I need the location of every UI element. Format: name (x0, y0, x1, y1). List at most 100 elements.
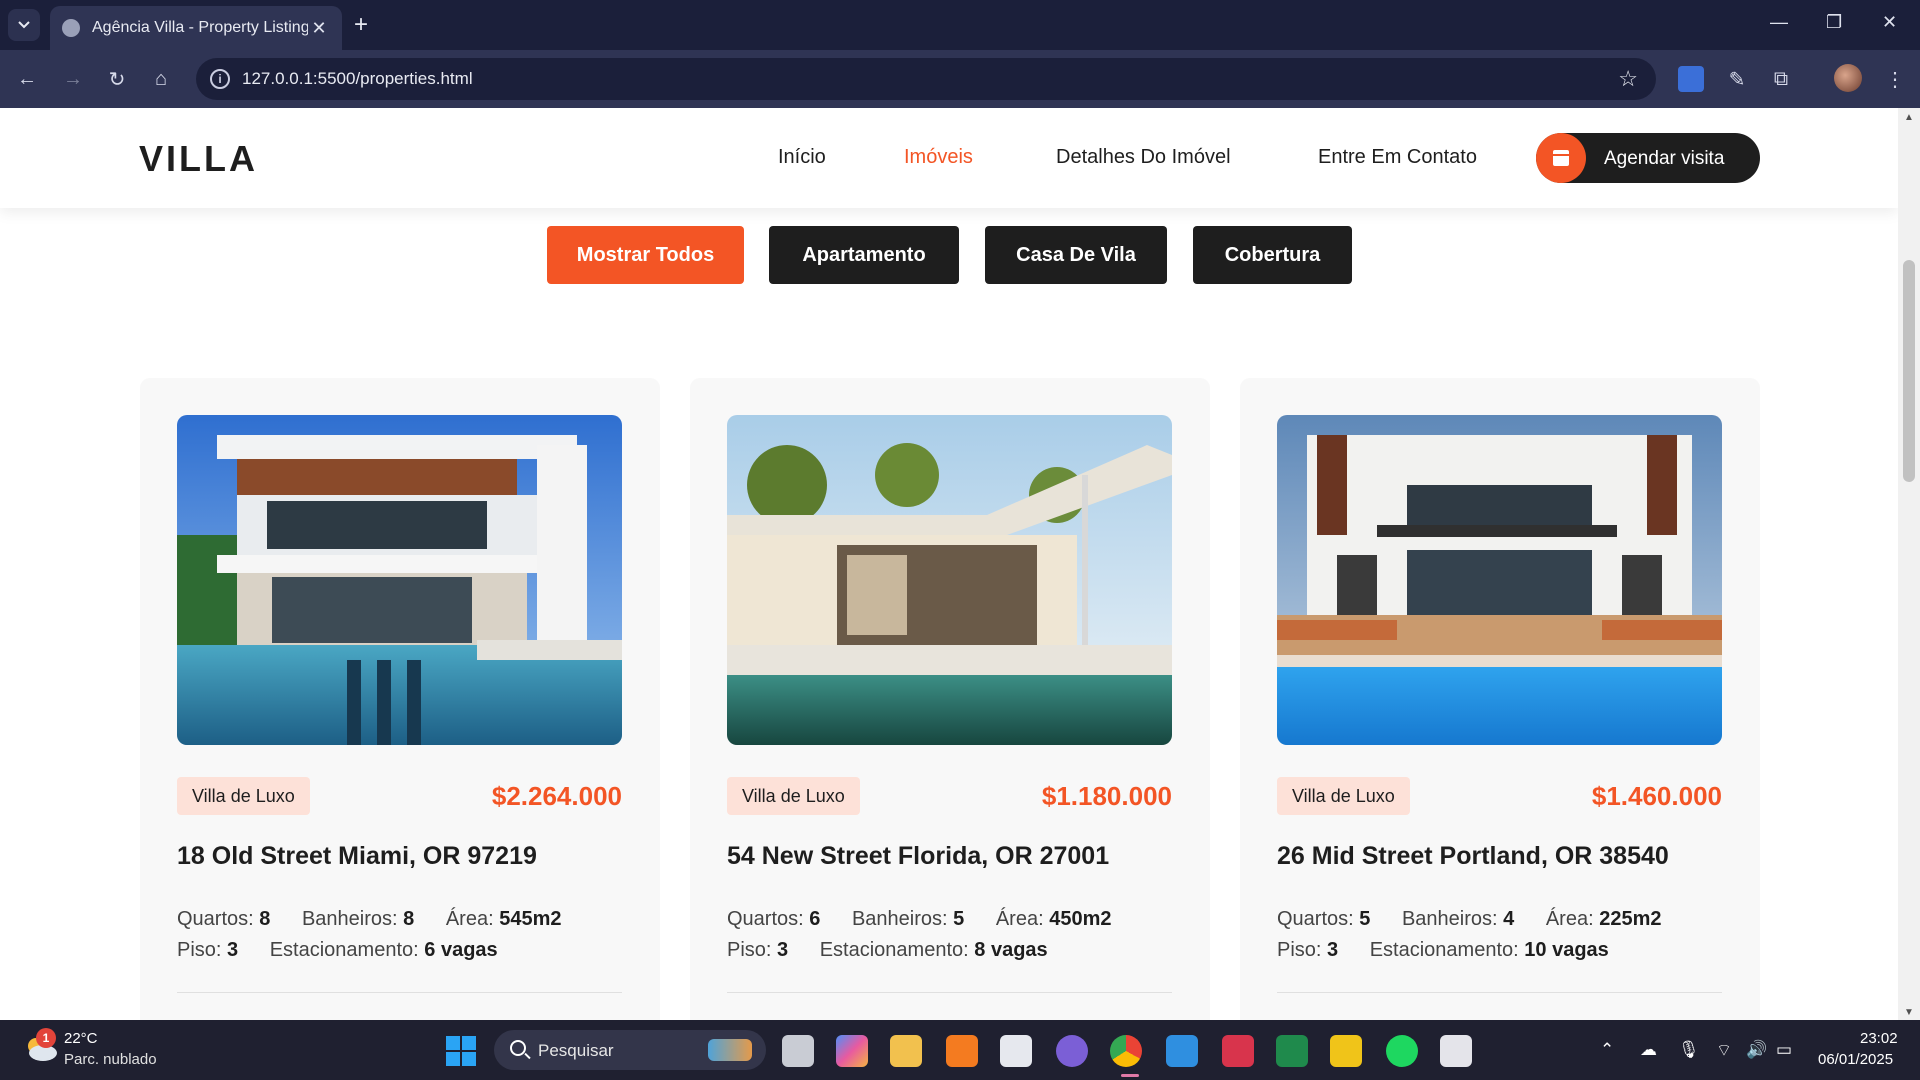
weather-notification-badge: 1 (36, 1028, 56, 1048)
browser-tab-active[interactable]: Agência Villa - Property Listing ✕ (50, 6, 342, 50)
bedrooms-label: Quartos: (177, 908, 254, 930)
tab-close-icon[interactable]: ✕ (308, 18, 330, 39)
parking-label: Estacionamento: (269, 939, 419, 961)
github-desktop-icon[interactable] (1056, 1035, 1088, 1067)
weather-description[interactable]: Parc. nublado (64, 1051, 157, 1068)
scroll-up-arrow-icon[interactable]: ▲ (1904, 112, 1914, 123)
property-photo[interactable] (1277, 415, 1722, 745)
parking-label: Estacionamento: (1369, 939, 1519, 961)
translate-extension-icon[interactable] (1678, 66, 1704, 92)
nav-imoveis[interactable]: Imóveis (904, 146, 973, 169)
reload-icon[interactable]: ↻ (102, 64, 132, 94)
bathrooms-label: Banheiros: (301, 908, 398, 930)
filter-penthouse[interactable]: Cobertura (1193, 226, 1352, 284)
property-photo[interactable] (727, 415, 1172, 745)
excel-icon[interactable] (1276, 1035, 1308, 1067)
property-address[interactable]: 18 Old Street Miami, OR 97219 (177, 842, 537, 871)
bedrooms-label: Quartos: (1277, 908, 1354, 930)
property-category-badge: Villa de Luxo (1277, 777, 1410, 815)
address-bar[interactable]: i 127.0.0.1:5500/properties.html ☆ (196, 58, 1656, 100)
tab-search-chevron-icon[interactable] (8, 9, 40, 41)
bathrooms-value: 5 (953, 908, 965, 930)
search-icon (510, 1040, 526, 1056)
chrome-icon[interactable] (1110, 1035, 1142, 1067)
bedrooms-label: Quartos: (727, 908, 804, 930)
property-specs: Quartos: 8 Banheiros: 8 Área: 545m2 Piso… (177, 904, 561, 966)
profile-avatar[interactable] (1834, 64, 1862, 92)
spotify-icon[interactable] (1386, 1035, 1418, 1067)
floor-label: Piso: (177, 939, 222, 961)
taskbar-search[interactable]: Pesquisar (494, 1030, 766, 1070)
microsoft-store-icon[interactable] (1000, 1035, 1032, 1067)
page-scrollbar[interactable]: ▲ ▼ (1898, 108, 1920, 1020)
site-header: VILLA Início Imóveis Detalhes Do Imóvel … (0, 108, 1898, 208)
property-photo[interactable] (177, 415, 622, 745)
eyedropper-icon[interactable]: ✎ (1722, 64, 1752, 94)
property-card: Villa de Luxo $1.460.000 26 Mid Street P… (1240, 378, 1760, 1020)
task-view-icon[interactable] (782, 1035, 814, 1067)
chrome-active-indicator (1121, 1074, 1139, 1077)
close-window-icon[interactable]: ✕ (1882, 12, 1897, 33)
browser-menu-icon[interactable]: ⋮ (1880, 64, 1910, 94)
extensions-puzzle-icon[interactable]: ⧉ (1766, 64, 1796, 94)
vscode-icon[interactable] (1166, 1035, 1198, 1067)
clock-date[interactable]: 06/01/2025 (1818, 1051, 1893, 1068)
onedrive-icon[interactable]: ☁ (1640, 1040, 1657, 1060)
volume-icon[interactable]: 🔊 (1746, 1040, 1767, 1060)
battery-icon[interactable]: ▭ (1776, 1040, 1792, 1060)
file-explorer-icon[interactable] (890, 1035, 922, 1067)
windows-start-icon[interactable] (446, 1036, 476, 1066)
card-divider (177, 992, 622, 993)
schedule-visit-button[interactable]: Agendar visita (1536, 133, 1760, 183)
power-bi-icon[interactable] (1330, 1035, 1362, 1067)
filter-show-all[interactable]: Mostrar Todos (547, 226, 744, 284)
nav-contato[interactable]: Entre Em Contato (1318, 146, 1477, 169)
parking-value: 8 vagas (974, 939, 1048, 961)
new-tab-plus-icon[interactable]: + (354, 12, 368, 38)
recorder-icon[interactable] (1222, 1035, 1254, 1067)
minimize-icon[interactable]: — (1770, 12, 1788, 33)
scroll-down-arrow-icon[interactable]: ▼ (1904, 1007, 1914, 1018)
filter-apartment[interactable]: Apartamento (769, 226, 959, 284)
globe-icon (62, 19, 80, 37)
forward-arrow-icon[interactable]: → (58, 64, 88, 94)
bathrooms-label: Banheiros: (1401, 908, 1498, 930)
property-specs: Quartos: 5 Banheiros: 4 Área: 225m2 Piso… (1277, 904, 1661, 966)
parking-value: 6 vagas (424, 939, 498, 961)
tray-chevron-up-icon[interactable]: ⌃ (1600, 1040, 1614, 1060)
clock-time[interactable]: 23:02 (1860, 1030, 1898, 1047)
nav-inicio[interactable]: Início (778, 146, 826, 169)
bedrooms-value: 6 (809, 908, 821, 930)
browser-tab-bar: Agência Villa - Property Listing ✕ + — ❐… (0, 0, 1920, 50)
calendar-icon (1536, 133, 1586, 183)
property-address[interactable]: 54 New Street Florida, OR 27001 (727, 842, 1109, 871)
floor-value: 3 (227, 939, 239, 961)
tab-title: Agência Villa - Property Listing (92, 19, 308, 36)
copilot-icon[interactable] (836, 1035, 868, 1067)
windows-taskbar: 1 22°C Parc. nublado Pesquisar ⌃ ☁ 🎙 ⌔ 🔊… (0, 1020, 1920, 1080)
area-value: 450m2 (1049, 908, 1112, 930)
snipping-tool-icon[interactable] (1440, 1035, 1472, 1067)
property-specs: Quartos: 6 Banheiros: 5 Área: 450m2 Piso… (727, 904, 1111, 966)
microphone-icon[interactable]: 🎙 (1678, 1040, 1700, 1060)
restore-icon[interactable]: ❐ (1826, 12, 1842, 33)
home-icon[interactable]: ⌂ (146, 64, 176, 94)
wifi-icon[interactable]: ⌔ (1716, 1040, 1732, 1061)
area-label: Área: (445, 908, 494, 930)
site-info-icon[interactable]: i (210, 69, 230, 89)
site-logo[interactable]: VILLA (139, 138, 258, 180)
bookmark-star-icon[interactable]: ☆ (1618, 66, 1638, 92)
schedule-visit-label: Agendar visita (1604, 148, 1725, 169)
scrollbar-thumb[interactable] (1903, 260, 1915, 482)
page-viewport: VILLA Início Imóveis Detalhes Do Imóvel … (0, 108, 1898, 1020)
property-category-badge: Villa de Luxo (177, 777, 310, 815)
nav-detalhes[interactable]: Detalhes Do Imóvel (1056, 146, 1231, 169)
weather-temperature[interactable]: 22°C (64, 1030, 98, 1047)
url-text[interactable]: 127.0.0.1:5500/properties.html (242, 69, 473, 89)
filter-villa-house[interactable]: Casa De Vila (985, 226, 1167, 284)
property-card: Villa de Luxo $1.180.000 54 New Street F… (690, 378, 1210, 1020)
browser-toolbar: ← → ↻ ⌂ i 127.0.0.1:5500/properties.html… (0, 50, 1920, 108)
xampp-icon[interactable] (946, 1035, 978, 1067)
back-arrow-icon[interactable]: ← (12, 64, 42, 94)
property-address[interactable]: 26 Mid Street Portland, OR 38540 (1277, 842, 1669, 871)
